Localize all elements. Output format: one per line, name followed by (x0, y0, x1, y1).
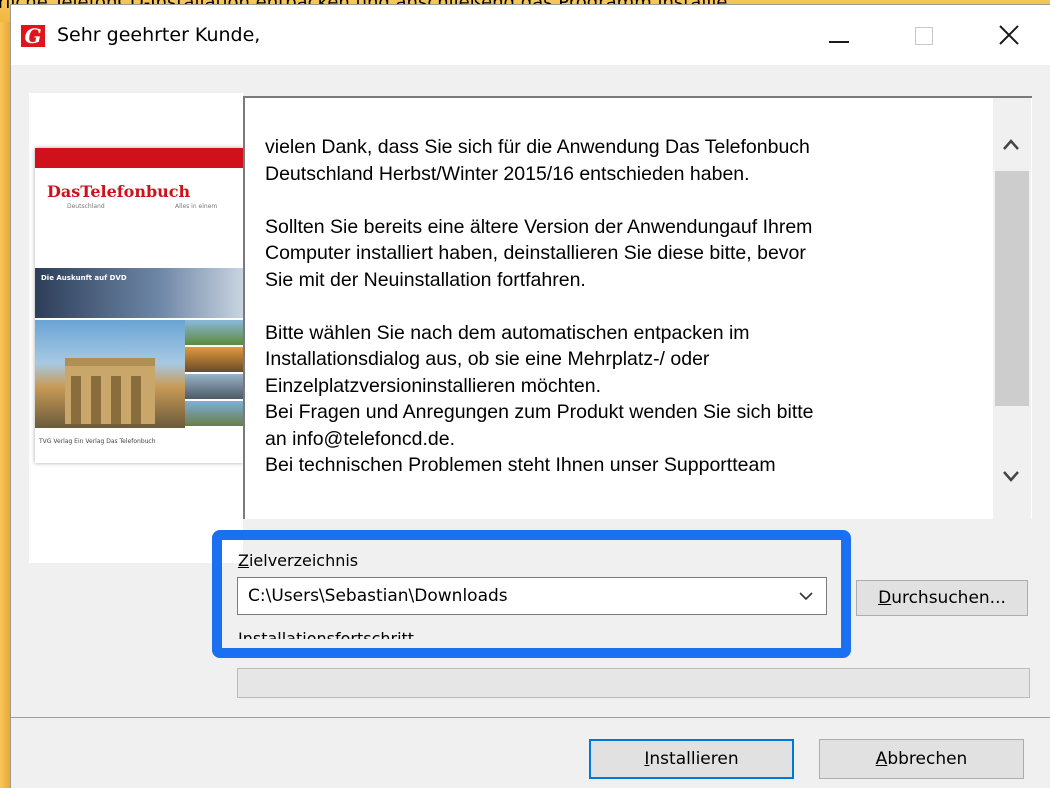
close-icon (999, 25, 1019, 45)
message-line: vielen Dank, dass Sie sich für die Anwen… (265, 136, 810, 158)
telefonbuch-app-icon: G (21, 25, 45, 47)
minimize-icon (829, 41, 849, 43)
close-button[interactable] (979, 5, 1039, 65)
target-directory-combobox[interactable]: C:\Users\Sebastian\Downloads (237, 577, 827, 615)
target-directory-label: Zielverzeichnis (238, 551, 359, 570)
message-line: Installationsdialog aus, ob sie eine Meh… (265, 348, 710, 370)
message-line: Sollten Sie bereits eine ältere Version … (265, 215, 813, 238)
scroll-down-icon[interactable] (1001, 468, 1021, 484)
button-area-divider (11, 717, 1050, 718)
scroll-up-icon[interactable] (1001, 136, 1021, 152)
scroll-thumb[interactable] (995, 171, 1029, 406)
gate-illustration (65, 358, 155, 424)
maximize-icon (915, 27, 933, 45)
title-bar[interactable]: G Sehr geehrter Kunde, (11, 5, 1050, 65)
cover-thumbnails (185, 320, 243, 428)
minimize-button[interactable] (809, 5, 869, 65)
message-line: Bei technischen Problemen steht Ihnen un… (265, 454, 776, 476)
cancel-button[interactable]: Abbrechen (819, 739, 1024, 779)
window-title: Sehr geehrter Kunde, (57, 24, 261, 46)
product-image-panel: DasTelefonbuch Deutschland Alles in eine… (29, 93, 243, 563)
message-line: Einzelplatzversioninstallieren möchten. (265, 374, 602, 397)
target-directory-value: C:\Users\Sebastian\Downloads (248, 586, 508, 606)
background-window-edge (0, 22, 10, 788)
cover-logo: DasTelefonbuch (47, 182, 191, 201)
cover-red-band (35, 148, 243, 168)
cover-photo-brandenburg-gate (35, 320, 185, 428)
cover-dvd-banner: Die Auskunft auf DVD (35, 268, 243, 318)
maximize-button[interactable] (893, 5, 953, 65)
message-line: Bitte wählen Sie nach dem automatischen … (265, 321, 750, 344)
browse-button[interactable]: Durchsuchen... (856, 580, 1028, 616)
installer-dialog: G Sehr geehrter Kunde, DasTelefonbuch De… (10, 4, 1050, 788)
installation-progress-label: Installationsfortschritt (238, 629, 415, 639)
welcome-message-text: vielen Dank, dass Sie sich für die Anwen… (265, 134, 995, 479)
message-line: Bei Fragen und Anregungen zum Produkt we… (265, 401, 814, 423)
cover-subtitle-left: Deutschland (67, 203, 105, 210)
product-cover-image: DasTelefonbuch Deutschland Alles in eine… (35, 148, 243, 463)
welcome-message-box[interactable]: vielen Dank, dass Sie sich für die Anwen… (243, 96, 1032, 519)
installation-progress-bar (237, 668, 1030, 698)
chevron-down-icon[interactable] (798, 590, 814, 602)
message-scrollbar[interactable] (993, 98, 1031, 519)
message-line: Sie mit der Neuinstallation fortfahren. (265, 268, 586, 291)
cover-subtitle-right: Alles in einem (175, 203, 218, 210)
cover-footer: TVG Verlag Ein Verlag Das Telefonbuch (39, 438, 156, 445)
message-line: an info@telefoncd.de. (265, 427, 456, 450)
message-line: Deutschland Herbst/Winter 2015/16 entsch… (265, 162, 750, 185)
install-button[interactable]: Installieren (589, 739, 794, 779)
message-line: Computer installiert haben, deinstallier… (265, 242, 806, 264)
